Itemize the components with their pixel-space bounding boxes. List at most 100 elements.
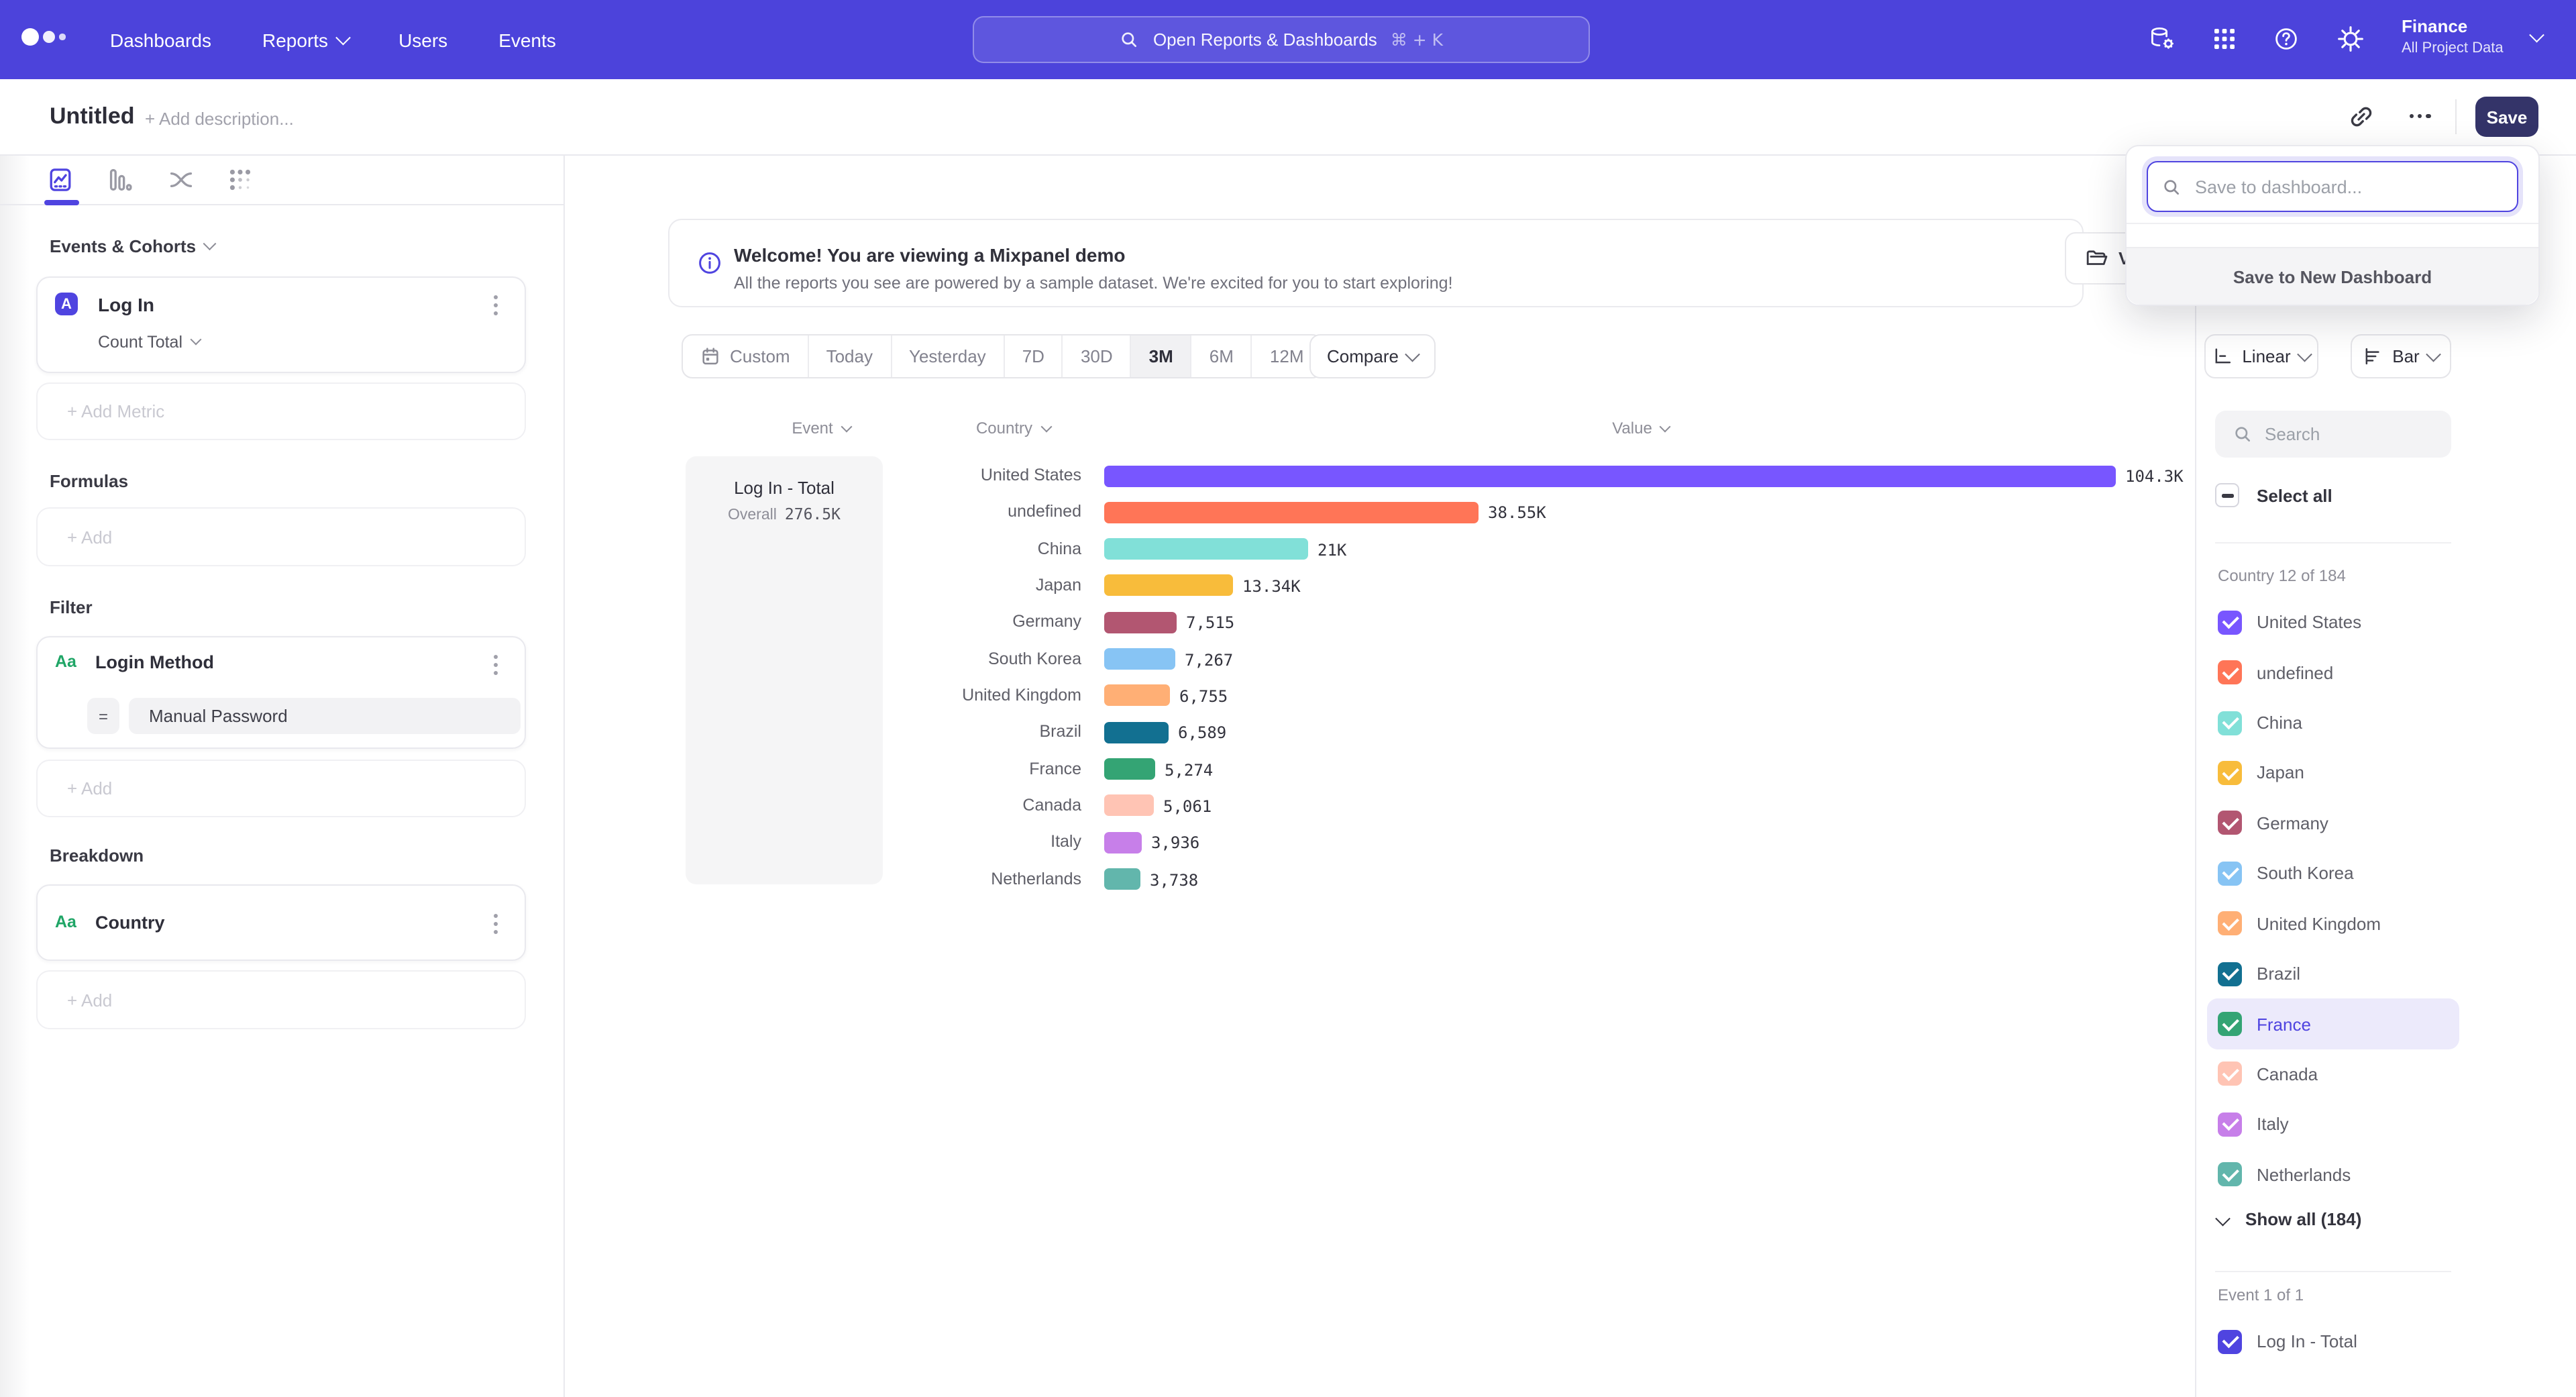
scale-selector[interactable]: Linear [2204, 334, 2318, 378]
breakdown-property-name[interactable]: Country [95, 913, 165, 933]
range-30d[interactable]: 30D [1062, 335, 1130, 377]
bar-row-canada: Canada5,061 [0, 788, 2147, 824]
data-management-icon[interactable] [2149, 25, 2176, 52]
bar-united-kingdom[interactable] [1104, 685, 1170, 707]
filter-checkbox[interactable] [2218, 1163, 2242, 1187]
range-label: Today [826, 346, 873, 366]
range-custom[interactable]: Custom [683, 335, 808, 377]
filter-checkbox[interactable] [2218, 711, 2242, 735]
column-header-event[interactable]: Event [747, 419, 895, 437]
filter-checkbox[interactable] [2218, 610, 2242, 634]
event-checkbox[interactable] [2218, 1329, 2242, 1353]
bar-germany[interactable] [1104, 612, 1177, 633]
copy-link-icon[interactable] [2348, 103, 2375, 130]
nav-item-dashboards[interactable]: Dashboards [110, 29, 211, 50]
top-nav: Dashboards Reports Users Events Open Report… [0, 0, 2576, 79]
apps-grid-icon[interactable] [2211, 25, 2238, 52]
column-header-country[interactable]: Country [939, 419, 1087, 437]
metric-event-name[interactable]: Log In [98, 294, 154, 315]
range-3m[interactable]: 3M [1130, 335, 1191, 377]
select-all-checkbox[interactable] [2215, 483, 2239, 507]
metric-menu-button[interactable] [494, 295, 498, 315]
bar-netherlands[interactable] [1104, 868, 1140, 890]
nav-item-users[interactable]: Users [398, 29, 447, 50]
bar-japan[interactable] [1104, 575, 1233, 597]
filter-item-canada[interactable]: Canada [2207, 1049, 2459, 1100]
mixpanel-logo-icon[interactable] [21, 28, 65, 46]
tab-flows-icon[interactable] [168, 166, 195, 193]
bar-china[interactable] [1104, 538, 1308, 560]
bar-italy[interactable] [1104, 832, 1142, 853]
range-today[interactable]: Today [808, 335, 890, 377]
column-header-value[interactable]: Value [1567, 419, 1715, 437]
save-button[interactable]: Save [2475, 97, 2538, 137]
tab-retention-icon[interactable] [227, 166, 254, 193]
bar-undefined[interactable] [1104, 502, 1479, 523]
breakdown-menu-button[interactable] [494, 914, 498, 934]
events-cohorts-header[interactable]: Events & Cohorts [50, 236, 214, 256]
bar-south-korea[interactable] [1104, 648, 1175, 670]
bar-row-japan: Japan13.34K [0, 568, 2147, 604]
select-all-row[interactable]: Select all [2215, 483, 2332, 507]
event-filter-row[interactable]: Log In - Total [2207, 1316, 2459, 1366]
add-breakdown-button[interactable]: + Add [36, 970, 526, 1029]
bar-category-label: undefined [859, 503, 1081, 521]
filter-item-japan[interactable]: Japan [2207, 748, 2459, 798]
metric-card[interactable]: A Log In Count Total [36, 276, 526, 373]
global-search-label: Open Reports & Dashboards [1153, 30, 1377, 50]
project-selector[interactable]: Finance All Project Data [2402, 15, 2504, 58]
filter-checkbox[interactable] [2218, 761, 2242, 785]
add-description-button[interactable]: + Add description... [145, 109, 294, 129]
filter-item-united-states[interactable]: United States [2207, 597, 2459, 648]
nav-item-events[interactable]: Events [498, 29, 556, 50]
filter-checkbox[interactable] [2218, 1062, 2242, 1086]
report-title[interactable]: Untitled [50, 103, 135, 130]
tabs-divider [0, 204, 564, 205]
filter-item-netherlands[interactable]: Netherlands [2207, 1149, 2459, 1200]
bar-canada[interactable] [1104, 795, 1154, 817]
metric-aggregation-selector[interactable]: Count Total [98, 333, 200, 352]
nav-item-reports[interactable]: Reports [262, 29, 347, 50]
filter-item-france[interactable]: France [2207, 999, 2459, 1049]
tab-insights-icon[interactable] [47, 166, 74, 193]
settings-gear-icon[interactable] [2337, 25, 2364, 52]
save-dashboard-search-input[interactable] [2192, 175, 2504, 198]
global-search-button[interactable]: Open Reports & Dashboards ⌘ + K [973, 16, 1590, 63]
filter-checkbox[interactable] [2218, 962, 2242, 986]
filter-item-china[interactable]: China [2207, 698, 2459, 748]
filter-checkbox[interactable] [2218, 811, 2242, 835]
segment-search-field[interactable]: Search [2215, 411, 2451, 458]
show-all-button[interactable]: Show all (184) [2212, 1209, 2361, 1229]
help-icon[interactable] [2273, 25, 2300, 52]
filter-checkbox[interactable] [2218, 862, 2242, 886]
filter-item-undefined[interactable]: undefined [2207, 648, 2459, 698]
range-7d[interactable]: 7D [1004, 335, 1062, 377]
bar-category-label: France [859, 759, 1081, 778]
filter-item-label: France [2257, 1014, 2311, 1034]
filter-checkbox[interactable] [2218, 660, 2242, 684]
filter-checkbox[interactable] [2218, 911, 2242, 935]
bar-france[interactable] [1104, 758, 1155, 780]
compare-button[interactable]: Compare [1309, 334, 1436, 378]
show-all-label: Show all (184) [2245, 1209, 2361, 1229]
filter-item-italy[interactable]: Italy [2207, 1099, 2459, 1149]
filter-checkbox[interactable] [2218, 1012, 2242, 1036]
more-actions-button[interactable] [2410, 114, 2430, 118]
range-6m[interactable]: 6M [1191, 335, 1251, 377]
add-metric-button[interactable]: + Add Metric [36, 382, 526, 440]
tab-funnels-icon[interactable] [106, 166, 133, 193]
bar-brazil[interactable] [1104, 722, 1169, 743]
bar-united-states[interactable] [1104, 465, 2116, 486]
filter-item-south-korea[interactable]: South Korea [2207, 848, 2459, 898]
save-to-new-dashboard-button[interactable]: Save to New Dashboard [2127, 247, 2538, 305]
filter-item-united-kingdom[interactable]: United Kingdom [2207, 898, 2459, 949]
bar-category-label: United Kingdom [859, 686, 1081, 705]
range-yesterday[interactable]: Yesterday [890, 335, 1004, 377]
bar-row-netherlands: Netherlands3,738 [0, 861, 2147, 897]
nav-item-label: Reports [262, 29, 328, 50]
filter-item-brazil[interactable]: Brazil [2207, 949, 2459, 999]
filter-item-germany[interactable]: Germany [2207, 798, 2459, 848]
chart-type-selector[interactable]: Bar [2351, 334, 2451, 378]
filter-checkbox[interactable] [2218, 1113, 2242, 1137]
save-dashboard-search-field[interactable] [2147, 161, 2518, 212]
